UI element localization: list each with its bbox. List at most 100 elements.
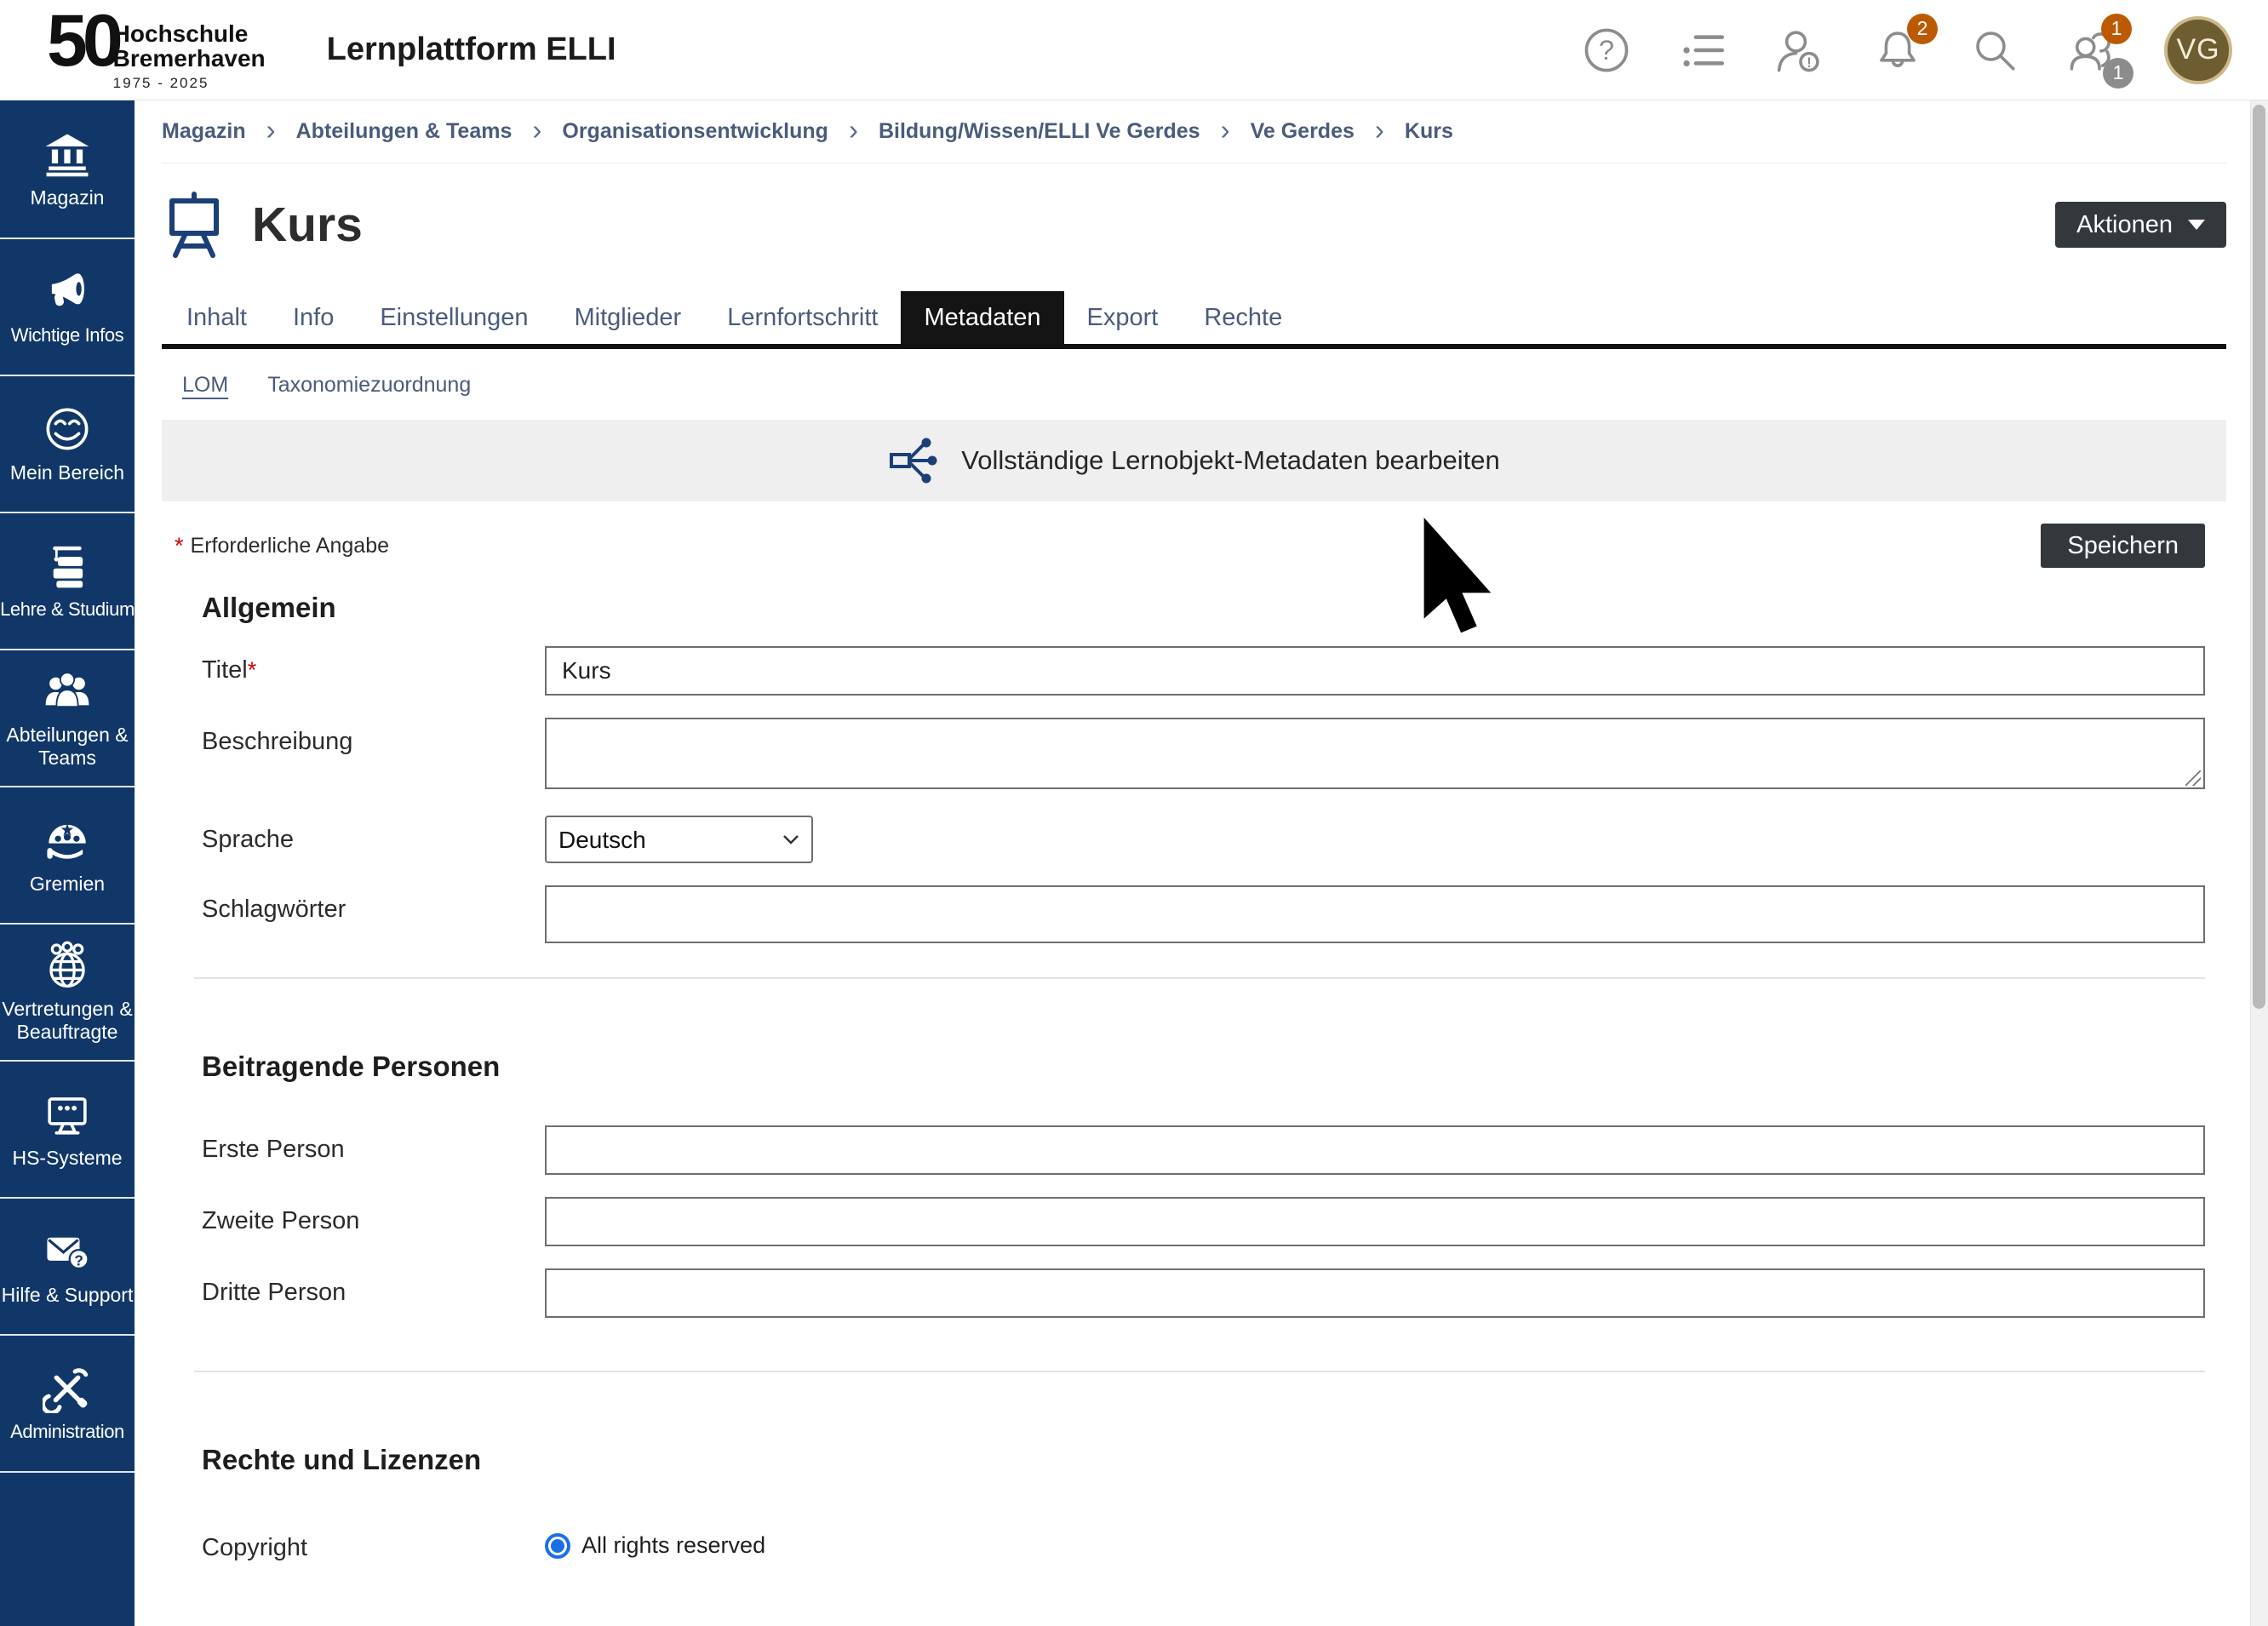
avatar[interactable]: VG (2164, 16, 2232, 84)
section-heading-rechte: Rechte und Lizenzen (202, 1444, 2226, 1476)
chevron-separator-icon: › (532, 116, 541, 144)
required-asterisk: * (175, 533, 184, 559)
bank-icon (43, 129, 92, 179)
breadcrumb-item[interactable]: Abteilungen & Teams (296, 119, 513, 144)
copyright-label: Copyright (202, 1524, 545, 1562)
edit-full-metadata-label: Vollständige Lernobjekt-Metadaten bearbe… (961, 445, 1500, 476)
sidebar-item-hilfe-support[interactable]: ? Hilfe & Support (0, 1197, 135, 1334)
tab-rechte[interactable]: Rechte (1181, 291, 1305, 344)
sidebar-item-administration[interactable]: Administration (0, 1334, 135, 1471)
help-icon: ? (1582, 26, 1631, 75)
tab-lernfortschritt[interactable]: Lernfortschritt (704, 291, 901, 344)
schlagwoerter-input[interactable] (545, 885, 2205, 943)
titel-input[interactable] (545, 646, 2205, 696)
notifications-button[interactable]: 2 (1873, 26, 1922, 75)
user-status-button[interactable]: ! (1776, 26, 1825, 75)
required-asterisk: * (248, 657, 257, 683)
sidebar-item-magazin[interactable]: Magazin (0, 100, 135, 238)
svg-text:!: ! (1807, 54, 1811, 70)
breadcrumb-item[interactable]: Ve Gerdes (1251, 119, 1354, 144)
help-button[interactable]: ? (1582, 26, 1631, 75)
notification-badge: 2 (1907, 14, 1938, 44)
breadcrumb-item[interactable]: Kurs (1405, 119, 1453, 144)
logo-years: 1975 - 2025 (113, 75, 266, 92)
tab-metadaten[interactable]: Metadaten (901, 291, 1063, 344)
zweite-person-input[interactable] (545, 1197, 2205, 1246)
dritte-person-input[interactable] (545, 1268, 2205, 1318)
books-icon (43, 541, 92, 591)
search-icon (1970, 26, 2019, 75)
sprache-select[interactable]: Deutsch (545, 816, 813, 863)
monitor-icon (43, 1090, 92, 1139)
chevron-separator-icon: › (1221, 116, 1230, 144)
mail-question-icon: ? (43, 1227, 92, 1276)
save-button[interactable]: Speichern (2041, 524, 2205, 568)
sidebar-item-wichtige-infos[interactable]: Wichtige Infos (0, 238, 135, 375)
schlagwoerter-label: Schlagwörter (202, 885, 545, 943)
logo-line1: Hochschule (113, 21, 266, 46)
people-group-icon (43, 667, 92, 716)
committee-icon (43, 816, 92, 865)
todo-list-button[interactable] (1679, 26, 1728, 75)
megaphone-icon (43, 267, 92, 317)
main-area: Magazin › Abteilungen & Teams › Organisa… (135, 100, 2250, 1626)
sidebar-item-hs-systeme[interactable]: HS-Systeme (0, 1060, 135, 1197)
top-bar: 50 Hochschule Bremerhaven 1975 - 2025 Le… (0, 0, 2268, 100)
dritte-person-label: Dritte Person (202, 1268, 545, 1318)
section-heading-allgemein: Allgemein (202, 592, 2226, 624)
tab-mitglieder[interactable]: Mitglieder (551, 291, 704, 344)
titel-label: Titel* (202, 646, 545, 696)
tools-icon (43, 1364, 92, 1413)
beschreibung-textarea[interactable] (545, 718, 2205, 789)
subtab-lom[interactable]: LOM (182, 373, 228, 398)
chevron-separator-icon: › (849, 116, 858, 144)
course-board-icon (162, 191, 226, 259)
section-heading-beitragende: Beitragende Personen (202, 1051, 2226, 1083)
sidebar: Magazin Wichtige Infos Mein Bereich Lehr… (0, 100, 135, 1626)
sidebar-item-mein-bereich[interactable]: Mein Bereich (0, 375, 135, 512)
screen: { "header": { "brand": {"number": "50", … (0, 0, 2268, 1626)
erste-person-input[interactable] (545, 1125, 2205, 1175)
tab-info[interactable]: Info (270, 291, 357, 344)
sidebar-item-abteilungen-teams[interactable]: Abteilungen & Teams (0, 649, 135, 786)
subtab-bar: LOM Taxonomiezuordnung (162, 349, 2226, 399)
breadcrumb-item[interactable]: Organisationsentwicklung (562, 119, 828, 144)
tab-inhalt[interactable]: Inhalt (163, 291, 270, 344)
sidebar-item-lehre-studium[interactable]: Lehre & Studium (0, 512, 135, 649)
section-divider (194, 1371, 2205, 1372)
svg-text:?: ? (1599, 33, 1614, 65)
section-divider (194, 977, 2205, 979)
user-status-icon: ! (1776, 26, 1825, 75)
tab-export[interactable]: Export (1064, 291, 1182, 344)
globe-people-icon (43, 941, 92, 990)
metadata-tree-icon (888, 434, 939, 487)
contacts-total-badge: 1 (2103, 58, 2133, 89)
copyright-option-label: All rights reserved (581, 1532, 765, 1559)
logo-50: 50 (47, 8, 118, 74)
beschreibung-label: Beschreibung (202, 718, 545, 793)
tab-einstellungen[interactable]: Einstellungen (357, 291, 551, 344)
sidebar-item-vertretungen-beauftragte[interactable]: Vertretungen & Beauftragte (0, 923, 135, 1060)
breadcrumb-item[interactable]: Magazin (162, 119, 246, 144)
copyright-radio[interactable] (545, 1533, 570, 1559)
erste-person-label: Erste Person (202, 1125, 545, 1175)
caret-down-icon (2188, 220, 2205, 230)
contacts-button[interactable]: 1 1 (2067, 26, 2116, 75)
sidebar-filler (0, 1471, 135, 1626)
university-logo[interactable]: 50 Hochschule Bremerhaven 1975 - 2025 (47, 8, 266, 92)
edit-full-metadata-banner[interactable]: Vollständige Lernobjekt-Metadaten bearbe… (162, 420, 2226, 501)
tab-bar: Inhalt Info Einstellungen Mitglieder Ler… (162, 291, 2226, 349)
breadcrumb-item[interactable]: Bildung/Wissen/ELLI Ve Gerdes (879, 119, 1200, 144)
required-hint: Erforderliche Angabe (191, 534, 389, 558)
sidebar-item-gremien[interactable]: Gremien (0, 786, 135, 923)
zweite-person-label: Zweite Person (202, 1197, 545, 1246)
scrollbar-thumb[interactable] (2253, 105, 2265, 1009)
subtab-taxonomiezuordnung[interactable]: Taxonomiezuordnung (267, 373, 471, 398)
contacts-new-badge: 1 (2101, 14, 2132, 44)
scrollbar-track[interactable] (2250, 100, 2268, 1626)
svg-text:?: ? (74, 1251, 83, 1268)
actions-button[interactable]: Aktionen (2055, 202, 2226, 248)
todo-list-icon (1679, 26, 1728, 75)
search-button[interactable] (1970, 26, 2019, 75)
breadcrumb: Magazin › Abteilungen & Teams › Organisa… (162, 100, 2226, 163)
